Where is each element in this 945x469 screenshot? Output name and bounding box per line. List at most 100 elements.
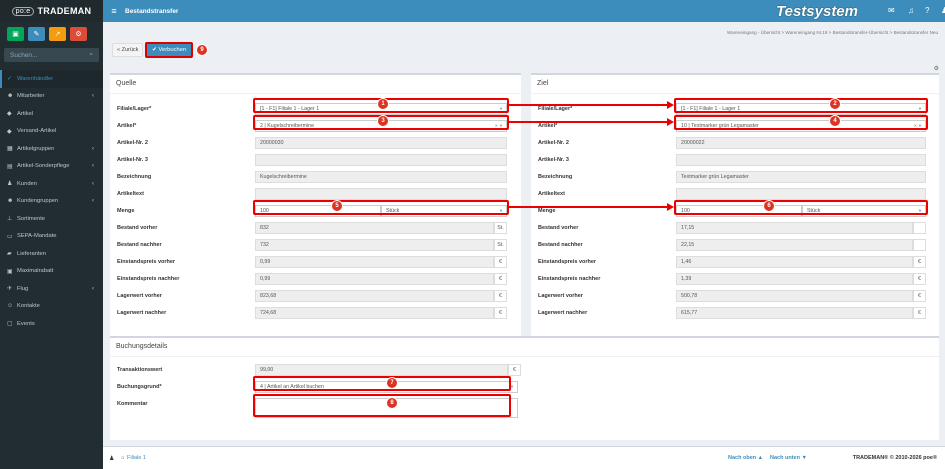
breadcrumb-item[interactable]: Wareneingang - Übersicht (727, 30, 780, 35)
app-logo[interactable]: po:e TRADEMAN (0, 0, 103, 22)
truck-icon: ▰ (7, 251, 12, 258)
book-button[interactable]: ✔ Verbuchen (145, 42, 194, 58)
chevron-left-icon: ‹ (92, 180, 94, 187)
scroll-bottom-link[interactable]: Nach unten ▼ (770, 455, 807, 461)
label: Menge (538, 207, 556, 214)
select-value: Stück (386, 207, 400, 214)
sidebar-item-flug[interactable]: ✈ Flug ‹ (0, 280, 103, 298)
chart-icon[interactable]: ↗ (49, 27, 66, 41)
search-icon[interactable]: ⌕ (89, 51, 93, 59)
source-value-before-field: 823,68 (255, 289, 494, 302)
bell-icon[interactable]: ♫ (908, 6, 914, 15)
calendar-icon: ▢ (7, 321, 13, 328)
currency-addon: € (913, 289, 926, 302)
label: Artikel-Nr. 2 (538, 139, 569, 146)
chevron-left-icon: ‹ (92, 145, 94, 152)
plane-icon: ✈ (7, 286, 13, 293)
target-price-after-field: 1,39 (676, 272, 913, 285)
label: Menge (117, 207, 135, 214)
source-panel: Quelle Filiale/Lager* [1 - F1] Filiale 1… (110, 73, 521, 342)
target-article-select[interactable]: 10 | Textmarker grün Legamaster ✕ ▼ (676, 119, 926, 132)
sidebar-item-lieferanten[interactable]: ▰ Lieferanten (0, 245, 103, 263)
target-unit-select[interactable]: Stück ▼ (802, 204, 926, 217)
annotation-badge: 1 (377, 98, 389, 110)
annotation-badge: 9 (196, 44, 208, 56)
envelope-icon[interactable]: ✉ (888, 6, 895, 15)
sidebar-item-label: Artikel-Sonderpflege (17, 163, 70, 170)
target-warehouse-select[interactable]: [1 - F1] Filiale 1 - Lager 1 ▼ (676, 102, 926, 115)
sidebar-item-warenhaendler[interactable]: ✓ Warenhändler (0, 70, 103, 88)
back-button[interactable]: « Zurück (112, 43, 144, 57)
sidebar-item-versand-artikel[interactable]: ◆ Versand-Artikel (0, 123, 103, 141)
sidebar-item-kundengruppen[interactable]: ☻ Kundengruppen ‹ (0, 193, 103, 211)
help-icon[interactable]: ? (925, 6, 929, 15)
cart-icon[interactable]: ▣ (7, 27, 24, 41)
sidebar-item-artikelgruppen[interactable]: ▦ Artikelgruppen ‹ (0, 140, 103, 158)
source-article-no2-field: 20000030 (255, 136, 507, 149)
caret-down-icon: ▼ (499, 106, 503, 111)
sidebar-search-input[interactable]: Suchen... (10, 52, 37, 59)
label: Bestand nachher (117, 241, 162, 248)
sidebar-search[interactable]: Suchen... ⌕ (4, 48, 99, 62)
sitemap-icon: ⊥ (7, 216, 13, 223)
sidebar-item-artikel[interactable]: ◆ Artikel (0, 105, 103, 123)
caret-down-icon: ▼ (510, 384, 514, 389)
sidebar-item-artikel-sonderpflege[interactable]: ▤ Artikel-Sonderpflege ‹ (0, 158, 103, 176)
source-quantity-input[interactable]: 100 (255, 204, 381, 217)
source-unit-select[interactable]: Stück ▼ (381, 204, 507, 217)
sidebar-item-sepa-mandate[interactable]: ▭ SEPA-Mandate (0, 228, 103, 246)
sidebar-item-sortimente[interactable]: ⊥ Sortimente (0, 210, 103, 228)
sidebar-item-kunden[interactable]: ♟ Kunden ‹ (0, 175, 103, 193)
branch-link[interactable]: Filiale 1 (127, 455, 146, 461)
target-stock-before-field: 17,15 (676, 221, 913, 234)
sidebar-item-label: Kunden (17, 180, 37, 187)
label: Artikeltext (538, 190, 565, 197)
money-icon: ▣ (7, 268, 13, 275)
sidebar: po:e TRADEMAN ▣ ✎ ↗ ⚙ Suchen... ⌕ ✓ Waren… (0, 0, 103, 469)
sidebar-item-mitarbeiter[interactable]: ☻ Mitarbeiter ‹ (0, 88, 103, 106)
label: Bestand vorher (117, 224, 158, 231)
breadcrumb-item[interactable]: Bestandstransfer-Übersicht (833, 30, 889, 35)
breadcrumb-item[interactable]: Wareneingang Nr.19 (785, 30, 827, 35)
target-designation-field: Textmarker grün Legamaster (676, 170, 926, 183)
label: Artikel-Nr. 2 (117, 139, 148, 146)
label: Artikel-Nr. 3 (538, 156, 569, 163)
top-navbar: ≡ Bestandstransfer Testsystem ✉ ♫ ? ♟ (103, 0, 945, 22)
target-title: Ziel (531, 75, 939, 94)
sidebar-item-label: Warenhändler (17, 75, 54, 82)
settings-icon[interactable]: ⚙ (934, 65, 939, 72)
breadcrumb: Wareneingang - Übersicht > Wareneingang … (726, 30, 938, 35)
sidebar-item-maximalrabatt[interactable]: ▣ Maximalrabatt (0, 263, 103, 281)
sidebar-item-kontakte[interactable]: ☺ Kontakte (0, 298, 103, 316)
label: Kommentar (117, 400, 148, 407)
select-value: 2 | Kugelschreibermine (260, 122, 315, 129)
logo-text: TRADEMAN (37, 6, 92, 16)
label: Filiale/Lager* (538, 105, 573, 112)
credit-card-icon: ▭ (7, 233, 13, 240)
footer: ♟ ⌂ Filiale 1 Nach oben ▲ Nach unten ▼ T… (103, 446, 945, 469)
label: Bestand vorher (538, 224, 579, 231)
annotation-arrow (509, 121, 667, 123)
label: Bestand nachher (538, 241, 583, 248)
select-value: [1 - F1] Filiale 1 - Lager 1 (260, 105, 320, 112)
currency-addon: € (508, 363, 521, 376)
target-quantity-input[interactable]: 100 (676, 204, 802, 217)
tag-icon: ◆ (7, 128, 12, 135)
sidebar-item-events[interactable]: ▢ Events (0, 315, 103, 333)
select-value: 10 | Textmarker grün Legamaster (681, 122, 759, 129)
user-menu-icon[interactable]: ♟ (941, 6, 945, 15)
pencil-icon[interactable]: ✎ (28, 27, 45, 41)
label: Artikeltext (117, 190, 144, 197)
page-title: Bestandstransfer (125, 7, 179, 15)
annotation-badge: 7 (386, 377, 398, 389)
hamburger-icon[interactable]: ≡ (103, 6, 125, 16)
currency-addon: € (494, 306, 507, 319)
tag-icon: ◆ (7, 111, 12, 118)
sidebar-item-label: Mitarbeiter (17, 93, 45, 100)
label: Einstandspreis nachher (538, 275, 601, 282)
cogs-icon[interactable]: ⚙ (70, 27, 87, 41)
label: Einstandspreis vorher (538, 258, 597, 265)
source-stock-after-field: 732 (255, 238, 494, 251)
source-article-no3-field (255, 153, 507, 166)
scroll-top-link[interactable]: Nach oben ▲ (728, 455, 763, 461)
